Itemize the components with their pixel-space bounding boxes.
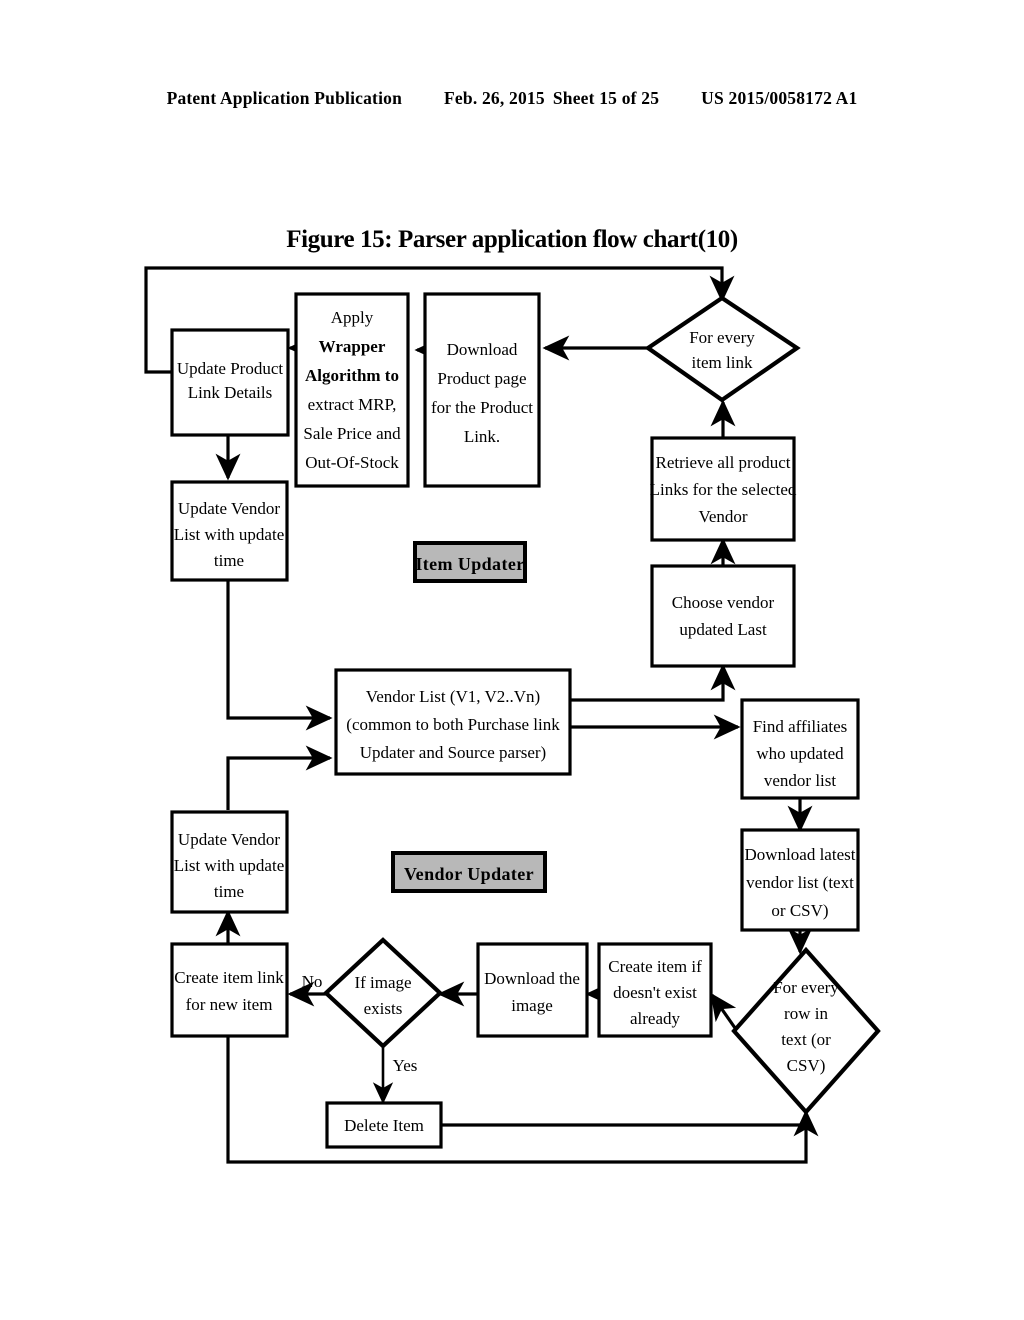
group-tag-vendor-updater: Vendor Updater bbox=[391, 851, 547, 893]
node-label-line: Updater and Source parser) bbox=[360, 743, 546, 762]
edge-vendor-list-to-choose-vendor bbox=[570, 663, 736, 702]
node-label-line: Choose vendor bbox=[672, 593, 775, 612]
edge-create-item-link-to-for-every-row bbox=[226, 1036, 808, 1164]
node-download-the-image[interactable]: Download the image bbox=[476, 942, 589, 1038]
node-label-line: For every bbox=[773, 978, 839, 997]
node-label-line: Vendor bbox=[698, 507, 747, 526]
node-label-line: image bbox=[511, 996, 553, 1015]
node-label-line: Wrapper bbox=[319, 337, 386, 356]
node-label-line: Product page bbox=[437, 369, 526, 388]
node-label-line: Links for the selected bbox=[650, 480, 797, 499]
node-label-line: Link Details bbox=[188, 383, 273, 402]
node-for-every-item-link[interactable]: For every item link bbox=[644, 295, 801, 403]
node-label-line: Create item link bbox=[174, 968, 284, 987]
flowchart-canvas: Update Product Link Details Apply Wrappe… bbox=[144, 266, 881, 1164]
node-label-line: Create item if bbox=[608, 957, 702, 976]
node-label-line: doesn't exist bbox=[613, 983, 697, 1002]
node-label-line: Sale Price and bbox=[303, 424, 401, 443]
node-label-line: time bbox=[214, 551, 244, 570]
node-label-line: CSV) bbox=[787, 1056, 826, 1075]
node-label-line: List with update bbox=[174, 525, 284, 544]
node-label-line: for new item bbox=[186, 995, 273, 1014]
node-label-line: for the Product bbox=[431, 398, 533, 417]
node-if-image-exists[interactable]: If image exists bbox=[322, 937, 444, 1049]
node-label-line: Vendor List (V1, V2..Vn) bbox=[366, 687, 540, 706]
node-choose-vendor-updated-last[interactable]: Choose vendor updated Last bbox=[650, 564, 796, 668]
node-label-line: List with update bbox=[174, 856, 284, 875]
node-label-line: If image bbox=[354, 973, 411, 992]
node-label-line: Update Vendor bbox=[178, 499, 280, 518]
node-apply-wrapper-algorithm[interactable]: Apply Wrapper Algorithm to extract MRP, … bbox=[294, 292, 410, 488]
node-update-vendor-list-bottom[interactable]: Update Vendor List with update time bbox=[170, 810, 289, 914]
node-label-line: Download bbox=[447, 340, 518, 359]
node-label-line: Link. bbox=[464, 427, 500, 446]
node-label-line: row in bbox=[784, 1004, 828, 1023]
node-retrieve-all-product-links[interactable]: Retrieve all product Links for the selec… bbox=[650, 436, 797, 542]
node-for-every-row-in-text[interactable]: For every row in text (or CSV) bbox=[731, 946, 881, 1116]
node-label-line: Find affiliates bbox=[753, 717, 848, 736]
node-find-affiliates[interactable]: Find affiliates who updated vendor list bbox=[740, 698, 860, 800]
edge-update-vendor-list-top-to-vendor-list bbox=[226, 580, 333, 731]
node-label-line: already bbox=[630, 1009, 681, 1028]
node-label-line: Out-Of-Stock bbox=[305, 453, 399, 472]
edge-update-vendor-list-bottom-to-vendor-list bbox=[226, 745, 333, 810]
node-label-line: Download latest bbox=[745, 845, 856, 864]
node-label-line: item link bbox=[692, 353, 753, 372]
node-label-line: (common to both Purchase link bbox=[346, 715, 560, 734]
node-label-line: Algorithm to bbox=[305, 366, 399, 385]
patent-figure-page: Patent Application Publication Feb. 26, 2… bbox=[0, 0, 1024, 1320]
node-create-item-link[interactable]: Create item link for new item bbox=[170, 942, 289, 1038]
node-download-product-page[interactable]: Download Product page for the Product Li… bbox=[423, 292, 541, 488]
group-tag-item-updater: Item Updater bbox=[413, 541, 527, 583]
node-label-line: Download the bbox=[484, 969, 580, 988]
node-label-line: vendor list (text bbox=[746, 873, 854, 892]
node-vendor-list[interactable]: Vendor List (V1, V2..Vn) (common to both… bbox=[334, 668, 572, 776]
node-create-item-if-not-exist[interactable]: Create item if doesn't exist already bbox=[597, 942, 713, 1038]
node-label-line: time bbox=[214, 882, 244, 901]
node-delete-item[interactable]: Delete Item bbox=[325, 1101, 443, 1149]
node-label-line: who updated bbox=[756, 744, 844, 763]
node-label-line: Retrieve all product bbox=[655, 453, 790, 472]
node-label-line: extract MRP, bbox=[308, 395, 397, 414]
node-label-line: vendor list bbox=[764, 771, 837, 790]
node-label-line: Update Product bbox=[177, 359, 284, 378]
edge-label-no: No bbox=[302, 972, 323, 991]
edge-delete-item-to-for-every-row bbox=[441, 1109, 819, 1137]
edge-label-yes: Yes bbox=[393, 1056, 418, 1075]
node-label-line: text (or bbox=[781, 1030, 831, 1049]
node-label-line: exists bbox=[364, 999, 403, 1018]
node-label-line: or CSV) bbox=[771, 901, 828, 920]
node-label-line: Apply bbox=[331, 308, 374, 327]
node-update-product-link-details[interactable]: Update Product Link Details bbox=[170, 328, 290, 437]
node-update-vendor-list-top[interactable]: Update Vendor List with update time bbox=[170, 480, 289, 582]
node-download-latest-vendor-list[interactable]: Download latest vendor list (text or CSV… bbox=[740, 828, 860, 932]
group-tag-label: Vendor Updater bbox=[404, 864, 534, 884]
node-label-line: Delete Item bbox=[344, 1116, 424, 1135]
node-label-line: updated Last bbox=[679, 620, 767, 639]
node-label-line: Update Vendor bbox=[178, 830, 280, 849]
node-label-line: For every bbox=[689, 328, 755, 347]
group-tag-label: Item Updater bbox=[415, 554, 524, 574]
